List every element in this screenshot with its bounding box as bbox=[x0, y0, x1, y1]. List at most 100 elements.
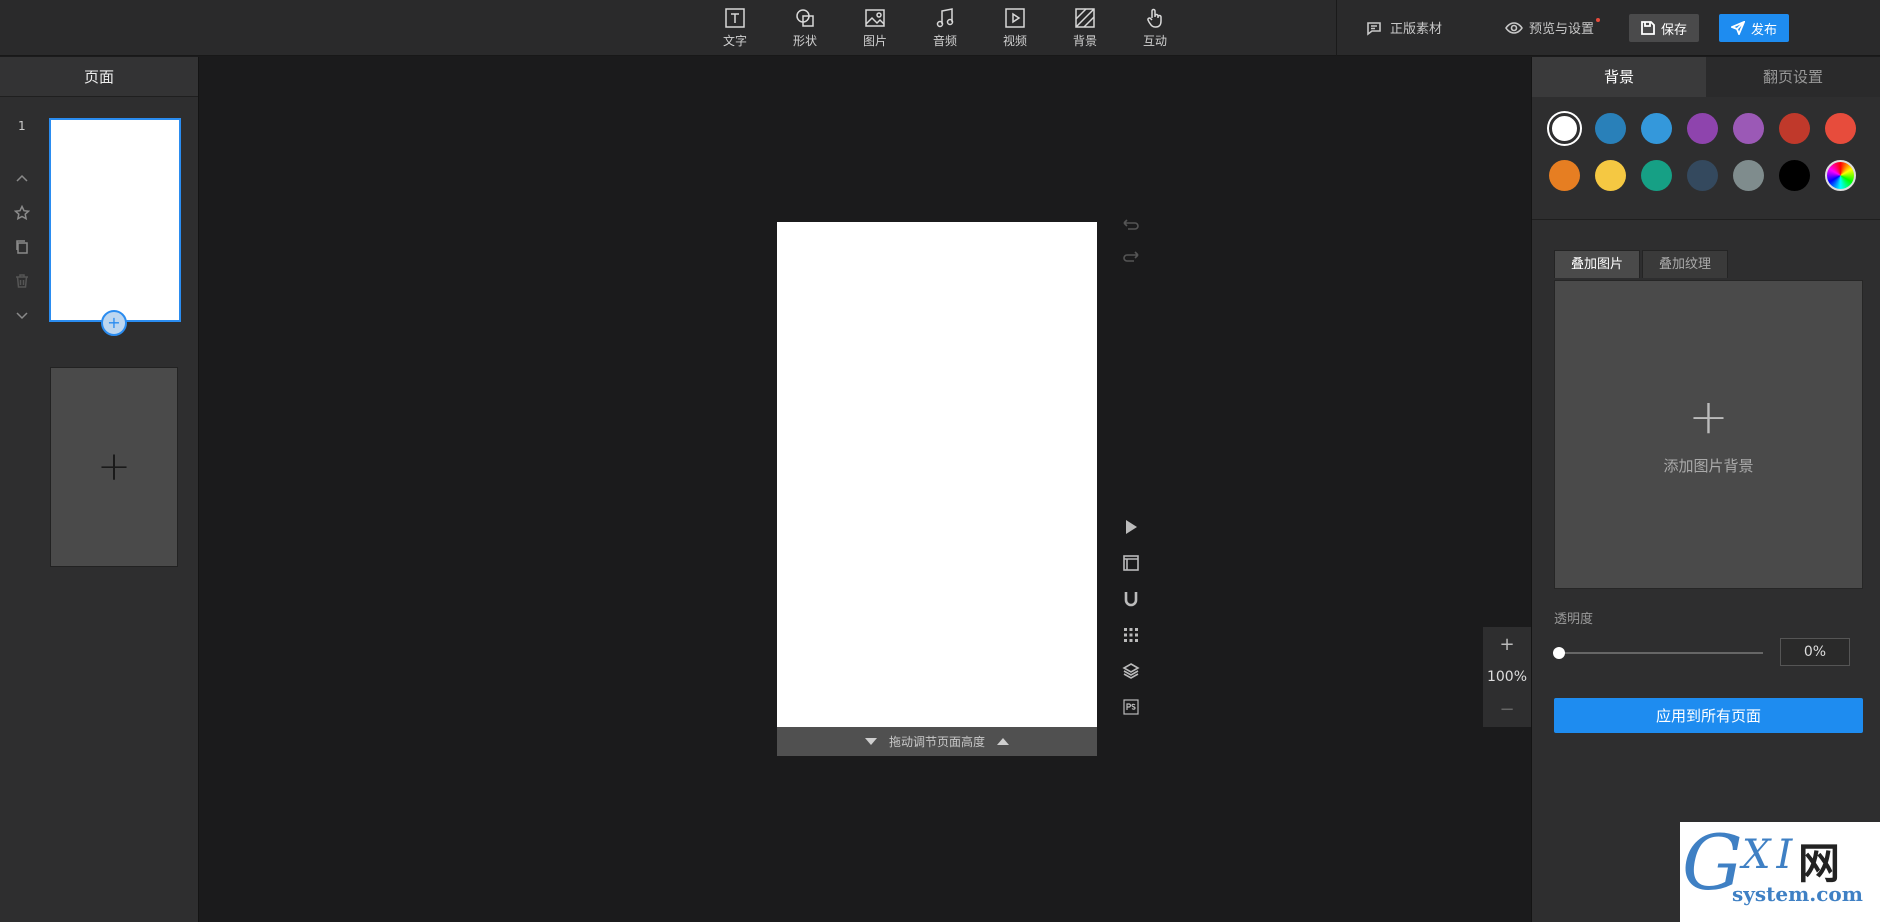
color-swatch[interactable] bbox=[1825, 113, 1856, 144]
watermark-xi: XI bbox=[1742, 832, 1799, 878]
color-swatch[interactable] bbox=[1779, 113, 1810, 144]
copy-icon bbox=[16, 240, 28, 254]
image-icon bbox=[865, 9, 885, 27]
color-swatch[interactable] bbox=[1595, 160, 1626, 191]
color-swatch[interactable] bbox=[1549, 113, 1580, 144]
preview-settings-link[interactable]: 预览与设置 bbox=[1505, 18, 1601, 37]
zoom-out-button[interactable]: − bbox=[1499, 699, 1514, 720]
plus-icon: + bbox=[107, 313, 121, 332]
redo-button[interactable] bbox=[1119, 243, 1143, 275]
move-up-button[interactable] bbox=[12, 162, 32, 196]
undo-icon bbox=[1123, 219, 1139, 230]
insert-page-button[interactable]: + bbox=[101, 310, 127, 336]
color-swatch[interactable] bbox=[1687, 160, 1718, 191]
add-new-page-button[interactable]: + bbox=[50, 367, 178, 567]
redo-icon bbox=[1123, 251, 1139, 262]
tab-overlay-image[interactable]: 叠加图片 bbox=[1554, 250, 1641, 278]
color-swatches bbox=[1532, 97, 1880, 191]
pages-panel-title: 页面 bbox=[0, 57, 198, 97]
notification-dot bbox=[1596, 18, 1601, 22]
page-height-handle[interactable]: 拖动调节页面高度 bbox=[777, 727, 1097, 756]
background-icon bbox=[1075, 8, 1095, 28]
color-swatch[interactable] bbox=[1733, 160, 1764, 191]
text-icon bbox=[725, 8, 745, 28]
magnet-button[interactable] bbox=[1119, 581, 1143, 617]
save-button[interactable]: 保存 bbox=[1629, 14, 1699, 42]
favorite-button[interactable] bbox=[12, 196, 32, 230]
page-canvas[interactable] bbox=[777, 222, 1097, 727]
publish-button[interactable]: 发布 bbox=[1719, 14, 1789, 42]
page-thumbnail-1[interactable] bbox=[49, 118, 181, 322]
zoom-control: + 100% − bbox=[1483, 627, 1531, 727]
color-swatch[interactable] bbox=[1641, 113, 1672, 144]
music-icon bbox=[936, 8, 954, 28]
page-number: 1 bbox=[18, 119, 26, 133]
tool-interaction[interactable]: 互动 bbox=[1120, 0, 1190, 56]
move-down-button[interactable] bbox=[12, 298, 32, 332]
play-icon bbox=[1126, 520, 1137, 534]
custom-color-picker[interactable] bbox=[1825, 160, 1856, 191]
tool-audio[interactable]: 音频 bbox=[910, 0, 980, 56]
psd-import-button[interactable] bbox=[1119, 689, 1143, 725]
undo-button[interactable] bbox=[1119, 211, 1143, 243]
publish-label: 发布 bbox=[1750, 22, 1777, 38]
apply-to-all-pages-button[interactable]: 应用到所有页面 bbox=[1554, 698, 1863, 733]
psd-icon bbox=[1123, 699, 1139, 715]
pages-panel: 页面 1 + + bbox=[0, 57, 199, 922]
opacity-slider-knob[interactable] bbox=[1553, 647, 1565, 659]
color-swatch[interactable] bbox=[1595, 113, 1626, 144]
color-swatch[interactable] bbox=[1733, 113, 1764, 144]
insert-tools: 文字 形状 图片 音频 视频 背景 互动 bbox=[700, 0, 1190, 56]
page-actions bbox=[12, 162, 32, 332]
grid-button[interactable] bbox=[1119, 617, 1143, 653]
toolbar-divider bbox=[1336, 0, 1337, 56]
canvas-tools bbox=[1119, 509, 1143, 725]
delete-page-button[interactable] bbox=[12, 264, 32, 298]
triangle-down-icon bbox=[864, 738, 877, 745]
tab-page-turn-settings[interactable]: 翻页设置 bbox=[1706, 57, 1880, 97]
trash-icon bbox=[16, 274, 28, 288]
magnet-icon bbox=[1124, 592, 1138, 607]
tool-label: 音频 bbox=[932, 34, 957, 48]
star-icon bbox=[14, 205, 30, 221]
tab-overlay-texture[interactable]: 叠加纹理 bbox=[1642, 250, 1729, 278]
tool-label: 文字 bbox=[722, 34, 747, 48]
tool-label: 视频 bbox=[1002, 34, 1027, 48]
opacity-label: 透明度 bbox=[1554, 612, 1594, 627]
plus-icon: + bbox=[97, 444, 131, 490]
layers-icon bbox=[1122, 663, 1140, 679]
assets-icon bbox=[1367, 21, 1381, 36]
licensed-assets-link[interactable]: 正版素材 bbox=[1366, 18, 1442, 37]
play-preview-button[interactable] bbox=[1119, 509, 1143, 545]
tool-image[interactable]: 图片 bbox=[840, 0, 910, 56]
history-tools bbox=[1119, 211, 1143, 275]
add-background-image-area[interactable]: + 添加图片背景 bbox=[1554, 280, 1863, 589]
tool-label: 图片 bbox=[862, 34, 887, 48]
licensed-assets-label: 正版素材 bbox=[1390, 22, 1443, 37]
color-swatch[interactable] bbox=[1687, 113, 1718, 144]
tool-label: 背景 bbox=[1072, 34, 1097, 48]
color-swatch[interactable] bbox=[1779, 160, 1810, 191]
zoom-in-button[interactable]: + bbox=[1499, 634, 1514, 655]
layers-button[interactable] bbox=[1119, 653, 1143, 689]
copy-page-button[interactable] bbox=[12, 230, 32, 264]
opacity-slider[interactable] bbox=[1553, 647, 1763, 659]
plus-icon: + bbox=[1688, 389, 1729, 445]
tool-text[interactable]: 文字 bbox=[700, 0, 770, 56]
save-icon bbox=[1641, 21, 1655, 35]
color-swatch[interactable] bbox=[1641, 160, 1672, 191]
grid-icon bbox=[1124, 628, 1138, 642]
tab-background[interactable]: 背景 bbox=[1532, 57, 1706, 97]
triangle-up-icon bbox=[997, 738, 1009, 745]
page-frame-button[interactable] bbox=[1119, 545, 1143, 581]
tool-background[interactable]: 背景 bbox=[1050, 0, 1120, 56]
top-toolbar: 文字 形状 图片 音频 视频 背景 互动 正版素材 预览与设置 保存 发布 bbox=[0, 0, 1880, 56]
properties-panel: 背景 翻页设置 叠加图片 叠加纹理 + 添加图片背景 透明度 应用到所有页面 bbox=[1531, 57, 1880, 922]
send-icon bbox=[1730, 21, 1745, 35]
divider bbox=[1532, 219, 1880, 220]
tool-shape[interactable]: 形状 bbox=[770, 0, 840, 56]
save-label: 保存 bbox=[1660, 22, 1687, 38]
opacity-input[interactable] bbox=[1780, 638, 1850, 666]
color-swatch[interactable] bbox=[1549, 160, 1580, 191]
tool-video[interactable]: 视频 bbox=[980, 0, 1050, 56]
